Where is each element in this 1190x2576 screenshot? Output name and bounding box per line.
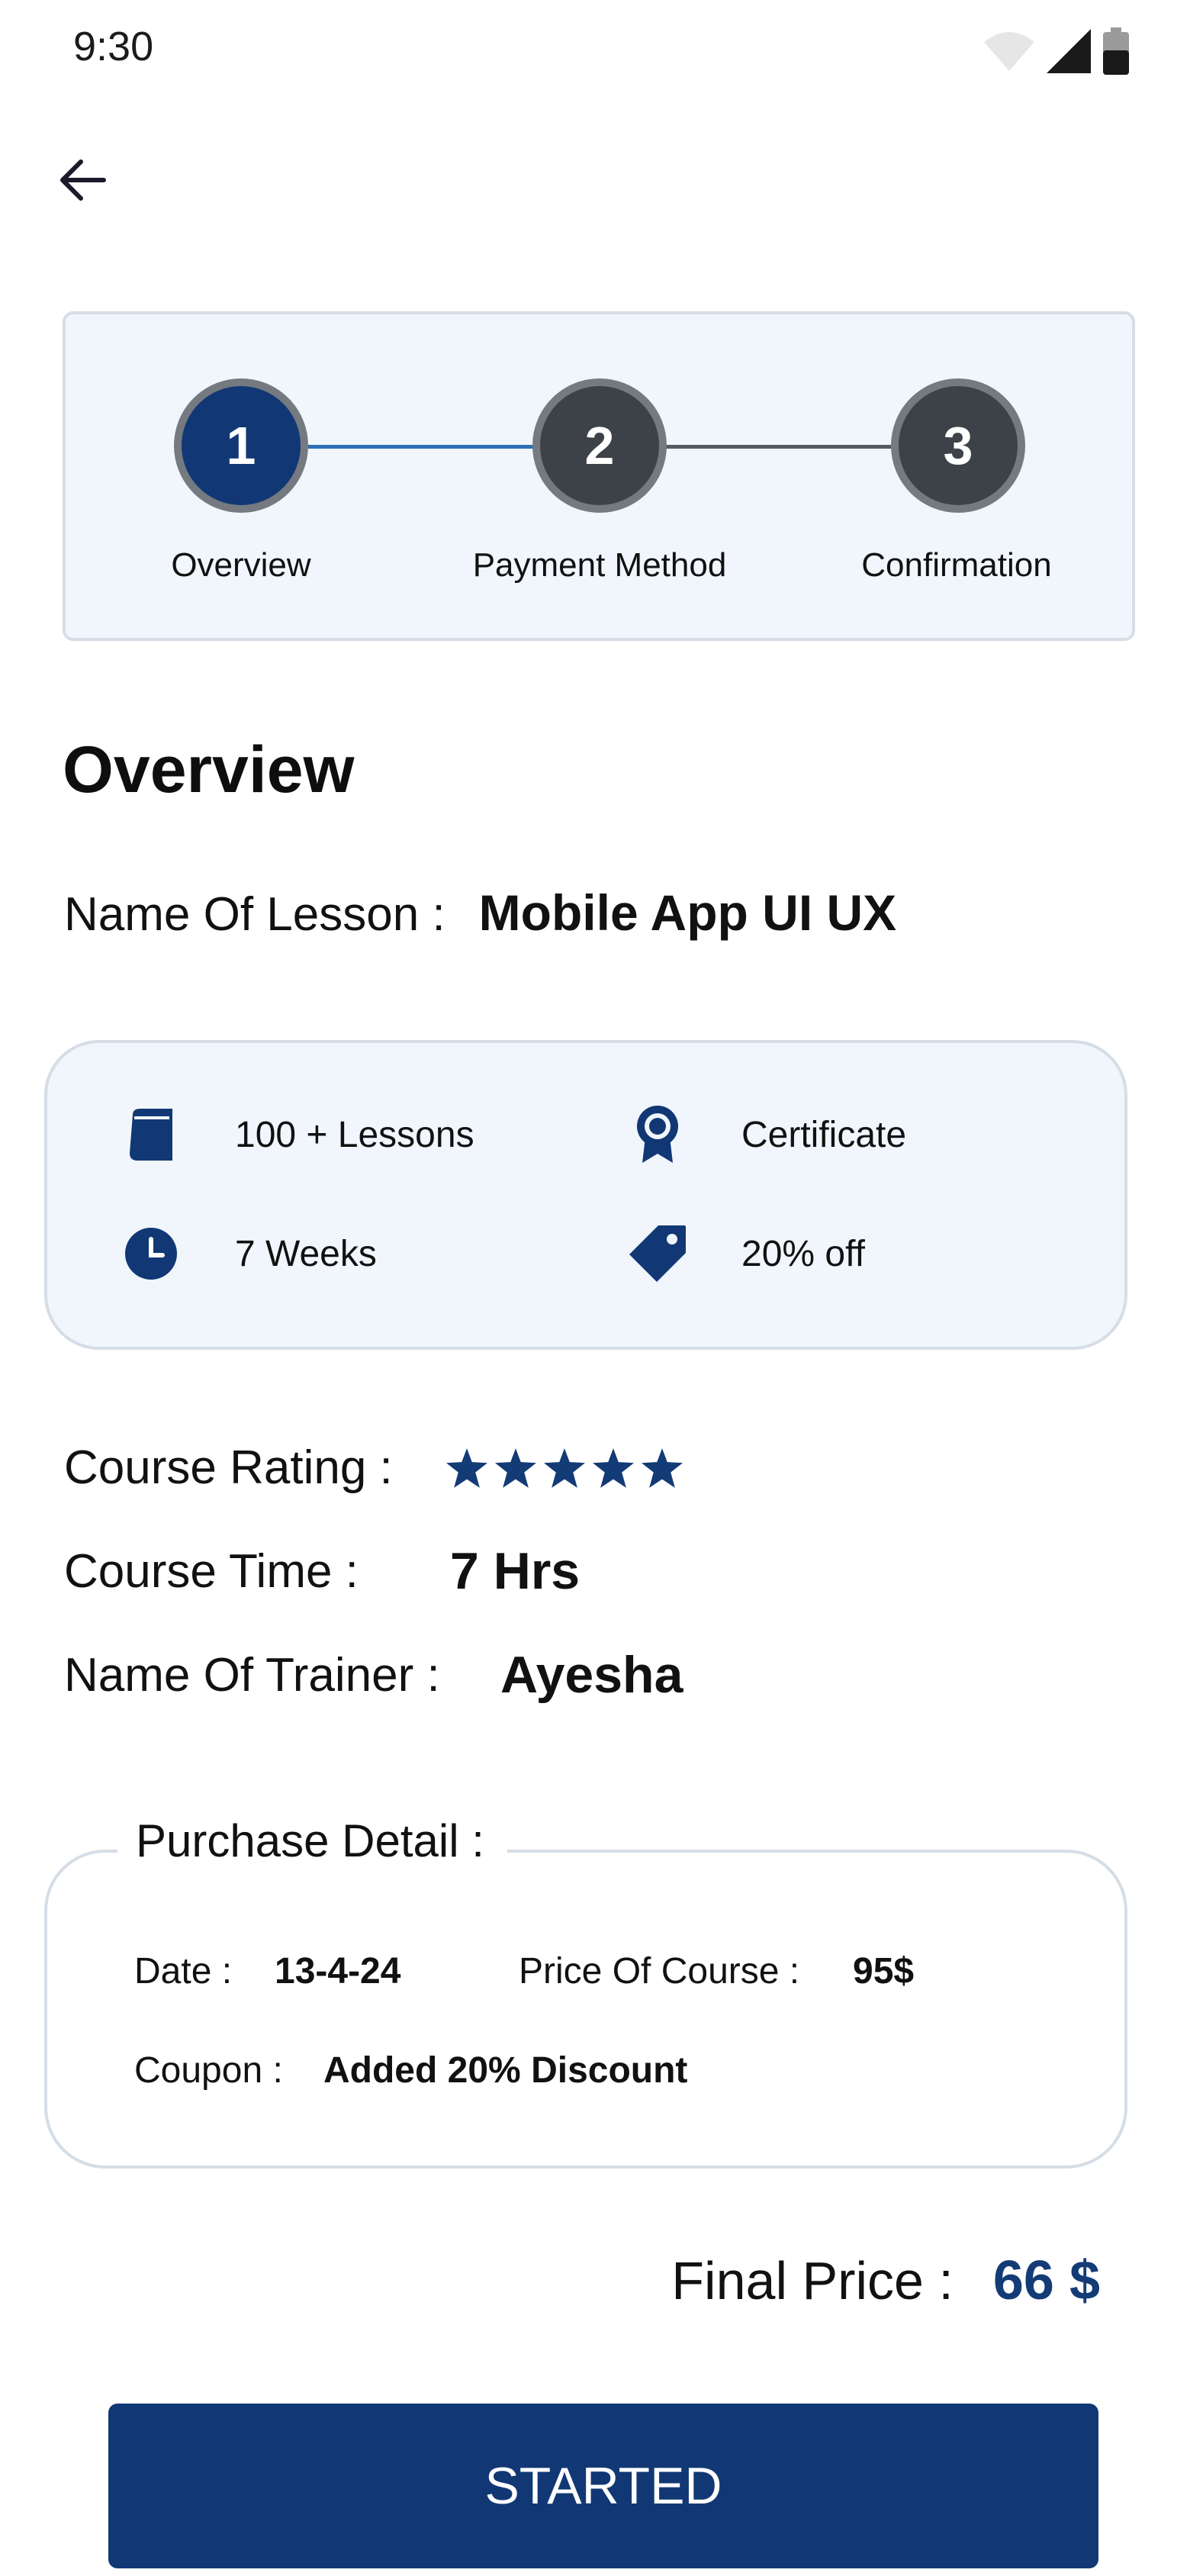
coupon-label: Coupon : bbox=[134, 2050, 283, 2091]
star-icon bbox=[494, 1447, 536, 1488]
info-text-certificate: Certificate bbox=[741, 1114, 907, 1155]
course-time-label: Course Time : bbox=[64, 1544, 359, 1598]
wifi-icon bbox=[983, 30, 1036, 76]
rating-stars bbox=[445, 1447, 683, 1488]
info-item-duration: 7 Weeks bbox=[121, 1223, 377, 1284]
star-icon bbox=[543, 1447, 585, 1488]
final-price-value: 66 $ bbox=[992, 2250, 1100, 2311]
price-label: Price Of Course : bbox=[519, 1951, 800, 1992]
info-item-lessons: 100 + Lessons bbox=[121, 1104, 474, 1165]
purchase-detail-title: Purchase Detail : bbox=[117, 1814, 507, 1867]
step-1-circle[interactable]: 1 bbox=[174, 378, 308, 513]
star-icon bbox=[592, 1447, 634, 1488]
course-info-card: 100 + Lessons Certificate 7 Weeks 20% of… bbox=[44, 1040, 1127, 1350]
course-time-row: Course Time : 7 Hrs bbox=[64, 1541, 580, 1601]
course-rating-row: Course Rating : bbox=[64, 1441, 683, 1495]
step-3-label: Confirmation bbox=[861, 546, 1052, 584]
course-time-value: 7 Hrs bbox=[450, 1542, 581, 1600]
step-2-circle[interactable]: 2 bbox=[532, 378, 667, 513]
star-icon bbox=[445, 1447, 487, 1488]
step-1-number: 1 bbox=[226, 416, 256, 475]
back-button[interactable] bbox=[46, 145, 119, 218]
signal-icon bbox=[1047, 29, 1092, 77]
step-1-label: Overview bbox=[171, 546, 311, 584]
clock-icon bbox=[121, 1223, 182, 1284]
course-rating-label: Course Rating : bbox=[64, 1441, 393, 1494]
final-price-row: Final Price : 66 $ bbox=[671, 2249, 1100, 2312]
step-2-number: 2 bbox=[584, 416, 615, 475]
final-price-label: Final Price : bbox=[671, 2251, 954, 2310]
tag-icon bbox=[627, 1223, 688, 1284]
date-label: Date : bbox=[134, 1951, 233, 1992]
step-3-number: 3 bbox=[943, 416, 973, 475]
step-3-circle[interactable]: 3 bbox=[891, 378, 1025, 513]
coupon-value: Added 20% Discount bbox=[323, 2050, 688, 2091]
purchase-detail-box: Purchase Detail : Date : 13-4-24 Price O… bbox=[44, 1814, 1127, 2169]
trainer-value: Ayesha bbox=[500, 1646, 683, 1704]
info-item-certificate: Certificate bbox=[627, 1104, 906, 1165]
certificate-icon bbox=[627, 1104, 688, 1165]
book-icon bbox=[121, 1104, 182, 1165]
star-icon bbox=[641, 1447, 683, 1488]
trainer-label: Name Of Trainer : bbox=[64, 1648, 440, 1702]
status-time: 9:30 bbox=[73, 24, 154, 69]
page-title: Overview bbox=[63, 733, 355, 807]
info-text-discount: 20% off bbox=[741, 1233, 865, 1274]
started-button[interactable]: STARTED bbox=[108, 2404, 1098, 2568]
trainer-row: Name Of Trainer : Ayesha bbox=[64, 1645, 683, 1705]
lesson-name-value: Mobile App UI UX bbox=[478, 884, 897, 941]
lesson-name-label: Name Of Lesson : bbox=[64, 888, 445, 941]
progress-stepper: 1 2 3 Overview Payment Method Confirmati… bbox=[63, 311, 1135, 641]
info-text-duration: 7 Weeks bbox=[235, 1233, 377, 1274]
arrow-left-icon bbox=[58, 159, 107, 205]
battery-icon bbox=[1103, 27, 1129, 79]
step-2-label: Payment Method bbox=[472, 546, 727, 584]
lesson-name-row: Name Of Lesson : Mobile App UI UX bbox=[64, 884, 896, 960]
date-value: 13-4-24 bbox=[275, 1951, 401, 1992]
status-icons bbox=[983, 27, 1129, 79]
info-text-lessons: 100 + Lessons bbox=[235, 1114, 474, 1155]
status-bar: 9:30 bbox=[0, 0, 1190, 99]
info-item-discount: 20% off bbox=[627, 1223, 865, 1284]
price-value: 95$ bbox=[853, 1951, 915, 1992]
